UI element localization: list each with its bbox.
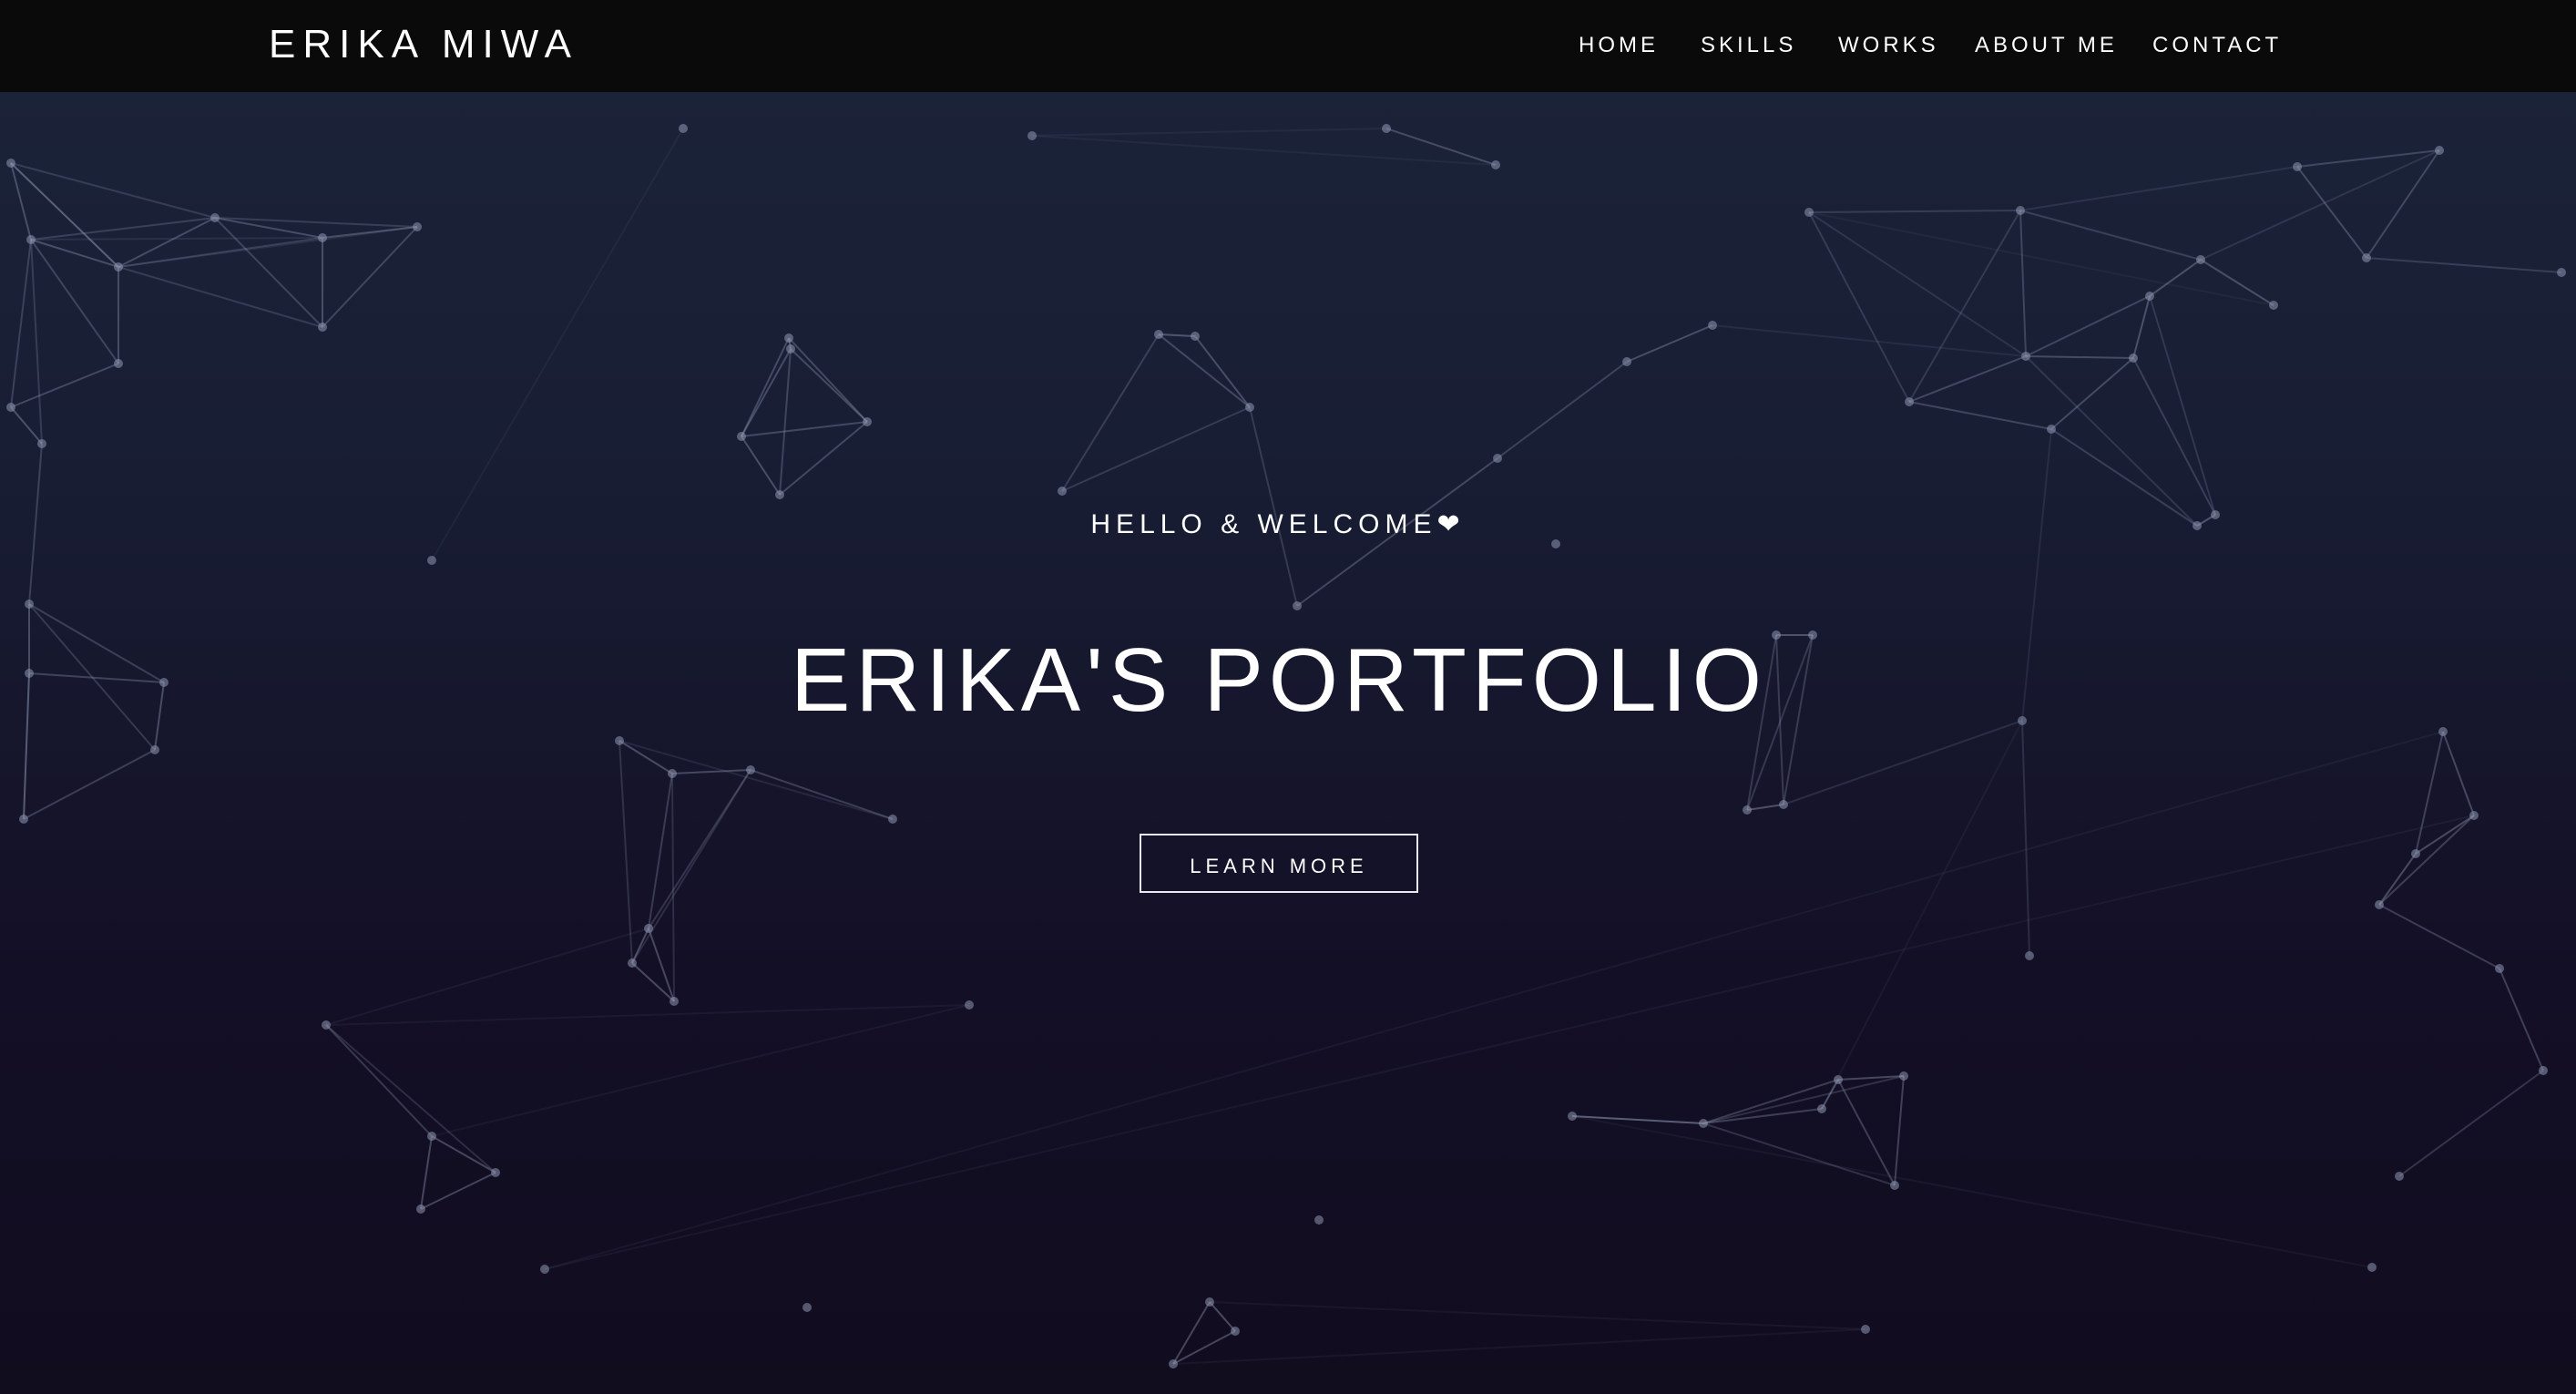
portfolio-page: ERIKA MIWA HOME SKILLS WORKS ABOUT ME CO… [0, 0, 2576, 1394]
top-navbar: ERIKA MIWA HOME SKILLS WORKS ABOUT ME CO… [0, 0, 2576, 92]
greeting-line: HELLO & WELCOME❤ [0, 507, 2550, 543]
nav-item-contact[interactable]: CONTACT [2152, 31, 2282, 60]
brand-logo[interactable]: ERIKA MIWA [269, 22, 578, 67]
heart-icon: ❤ [1436, 509, 1460, 539]
learn-more-button[interactable]: LEARN MORE [1140, 834, 1418, 893]
greeting-text: HELLO & WELCOME [1090, 509, 1437, 539]
hero-content: HELLO & WELCOME❤ ERIKA'S PORTFOLIO LEARN… [0, 92, 2576, 1394]
main-nav: HOME SKILLS WORKS ABOUT ME CONTACT [1549, 31, 2278, 60]
nav-item-works[interactable]: WORKS [1838, 31, 1939, 60]
nav-item-skills[interactable]: SKILLS [1701, 31, 1796, 60]
hero-section: HELLO & WELCOME❤ ERIKA'S PORTFOLIO LEARN… [0, 92, 2576, 1394]
nav-item-about-me[interactable]: ABOUT ME [1975, 31, 2118, 60]
page-title: ERIKA'S PORTFOLIO [791, 630, 1767, 730]
nav-item-home[interactable]: HOME [1579, 31, 1659, 60]
